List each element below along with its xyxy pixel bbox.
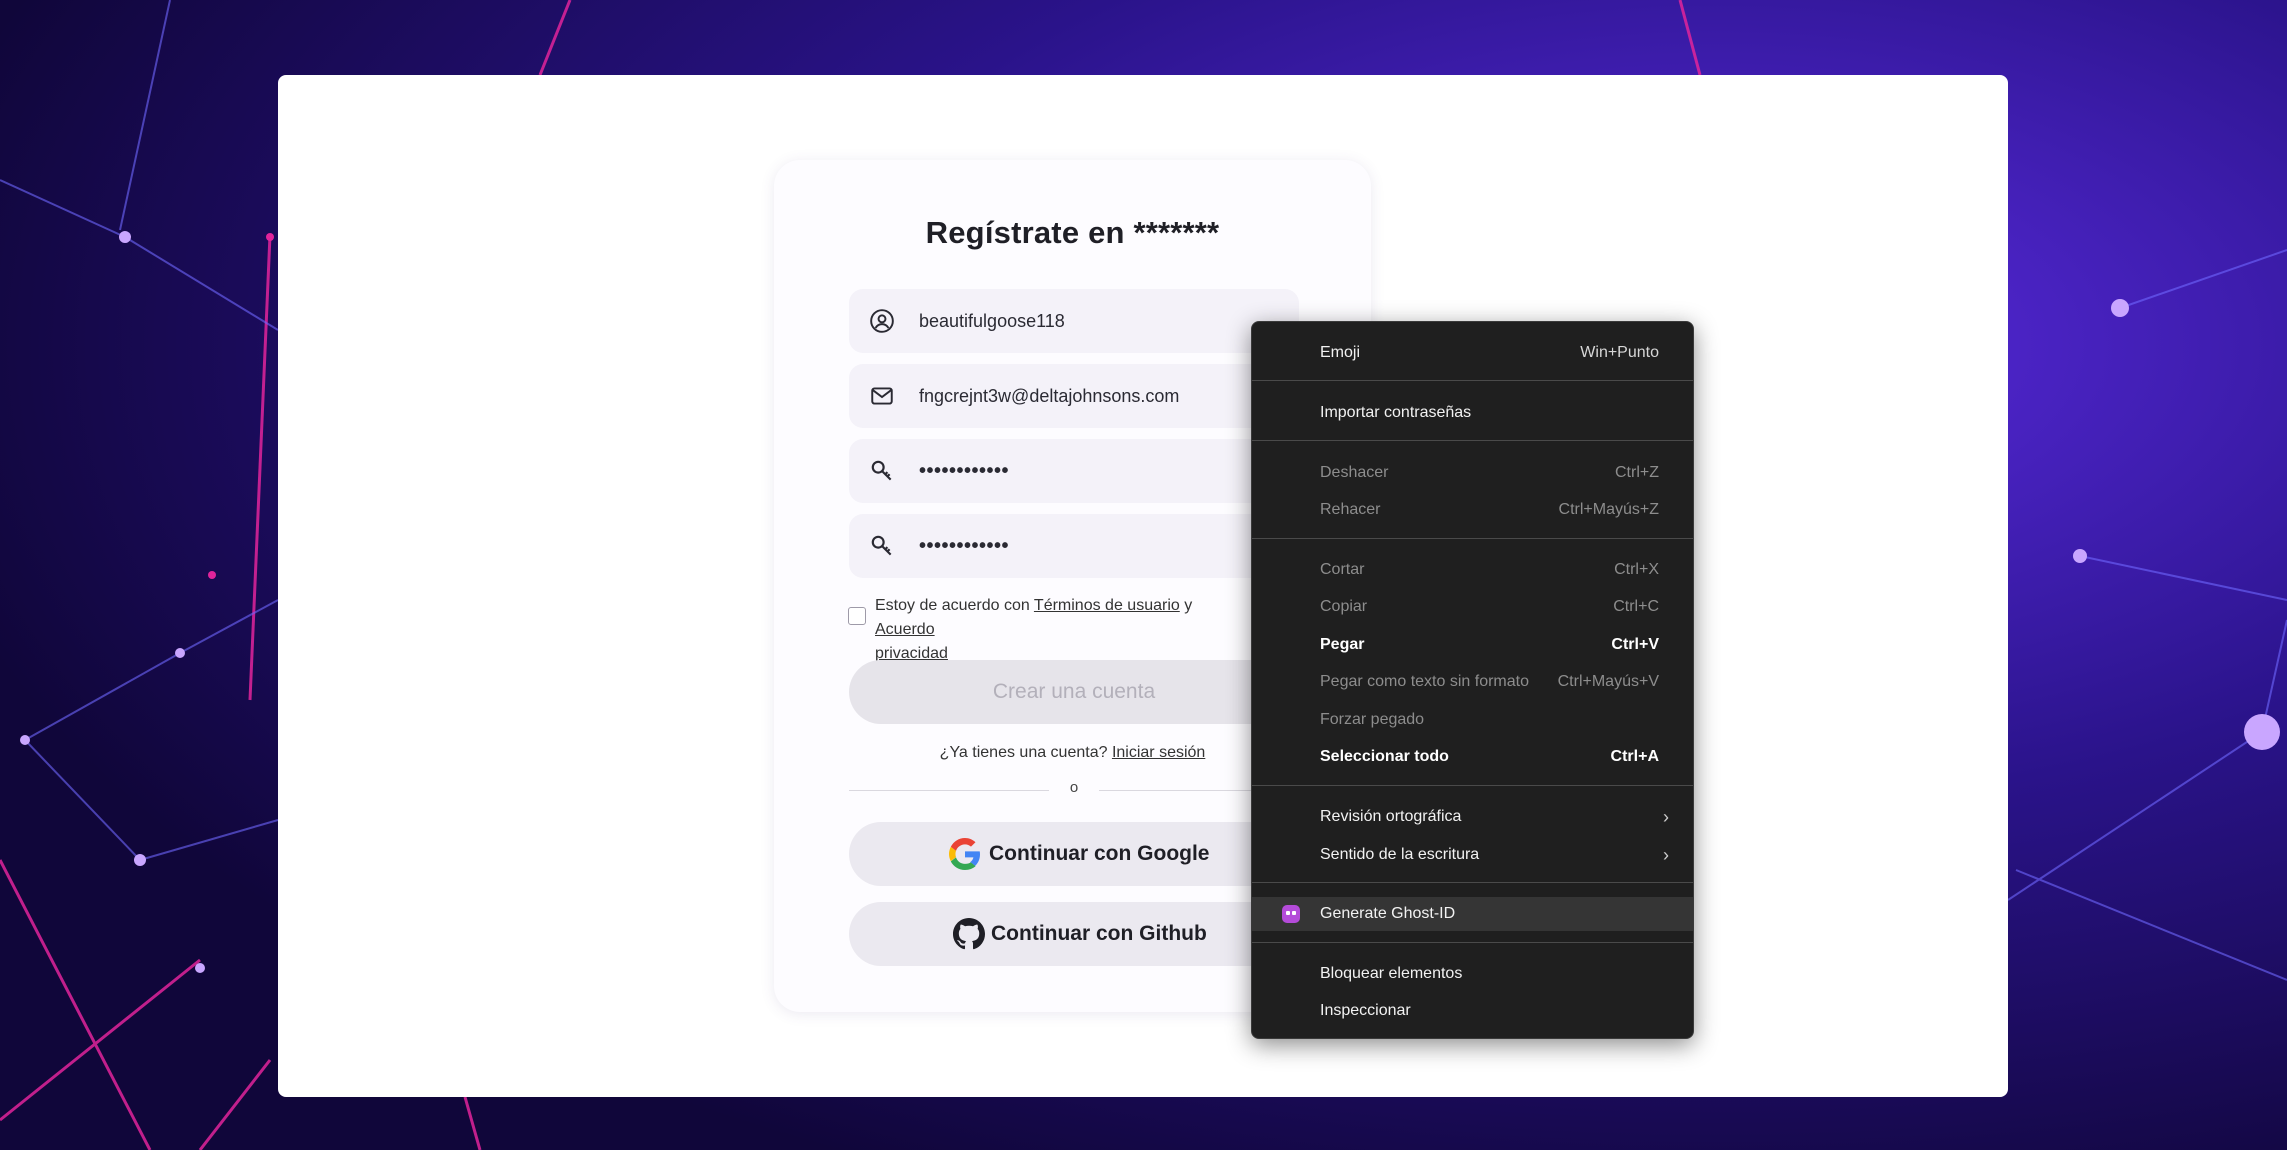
menu-separator bbox=[1252, 785, 1693, 786]
menu-item-emoji[interactable]: Emoji Win+Punto bbox=[1252, 336, 1693, 370]
menu-item-select-all[interactable]: Seleccionar todo Ctrl+A bbox=[1252, 740, 1693, 774]
divider-left bbox=[849, 790, 1049, 791]
terms-and: y bbox=[1179, 597, 1193, 614]
ghost-icon bbox=[1282, 905, 1300, 923]
menu-item-label: Pegar como texto sin formato bbox=[1320, 673, 1529, 690]
email-field[interactable]: fngcrejnt3w@deltajohnsons.com bbox=[849, 364, 1299, 428]
terms-link[interactable]: Términos de usuario bbox=[1034, 597, 1180, 614]
privacy-link-part1[interactable]: Acuerdo bbox=[875, 621, 935, 638]
github-button[interactable]: Continuar con Github bbox=[849, 902, 1299, 966]
password-value: •••••••••••• bbox=[919, 460, 1010, 482]
menu-item-generate-ghost-id[interactable]: Generate Ghost-ID bbox=[1252, 897, 1693, 931]
menu-item-label: Rehacer bbox=[1320, 501, 1381, 518]
confirm-password-field[interactable]: •••••••••••• bbox=[849, 514, 1299, 578]
terms-checkbox[interactable] bbox=[848, 607, 866, 625]
google-button-label: Continuar con Google bbox=[989, 842, 1210, 865]
menu-item-label: Deshacer bbox=[1320, 464, 1389, 481]
mail-icon bbox=[871, 387, 893, 405]
menu-item-force-paste[interactable]: Forzar pegado bbox=[1252, 703, 1693, 737]
menu-item-label: Bloquear elementos bbox=[1320, 965, 1463, 982]
menu-item-label: Seleccionar todo bbox=[1320, 748, 1449, 765]
menu-item-label: Inspeccionar bbox=[1320, 1002, 1411, 1019]
menu-item-label: Emoji bbox=[1320, 344, 1361, 361]
user-circle-icon bbox=[870, 309, 894, 333]
menu-item-label: Sentido de la escritura bbox=[1320, 846, 1480, 863]
email-value: fngcrejnt3w@deltajohnsons.com bbox=[919, 386, 1180, 406]
terms-prefix: Estoy de acuerdo con bbox=[875, 597, 1034, 614]
have-account-text: ¿Ya tienes una cuenta? bbox=[939, 744, 1112, 761]
menu-separator bbox=[1252, 380, 1693, 381]
menu-separator bbox=[1252, 538, 1693, 539]
chevron-right-icon: › bbox=[1663, 845, 1669, 865]
github-icon bbox=[953, 918, 985, 950]
menu-item-import-passwords[interactable]: Importar contraseñas bbox=[1252, 396, 1693, 430]
menu-item-label: Forzar pegado bbox=[1320, 711, 1425, 728]
menu-item-label: Revisión ortográfica bbox=[1320, 808, 1462, 825]
password-field[interactable]: •••••••••••• bbox=[849, 439, 1299, 503]
menu-item-shortcut: Ctrl+A bbox=[1610, 748, 1659, 765]
menu-item-label: Copiar bbox=[1320, 598, 1368, 615]
key-icon bbox=[871, 460, 892, 481]
confirm-password-value: •••••••••••• bbox=[919, 535, 1010, 557]
context-menu: Emoji Win+Punto Importar contraseñas Des… bbox=[1251, 321, 1694, 1039]
menu-item-shortcut: Win+Punto bbox=[1580, 344, 1659, 361]
menu-item-shortcut: Ctrl+V bbox=[1611, 636, 1659, 653]
menu-item-block-elements[interactable]: Bloquear elementos bbox=[1252, 957, 1693, 991]
menu-item-shortcut: Ctrl+Z bbox=[1615, 464, 1659, 481]
menu-item-writing-direction[interactable]: Sentido de la escritura › bbox=[1252, 838, 1693, 872]
menu-item-paste-plain[interactable]: Pegar como texto sin formato Ctrl+Mayús+… bbox=[1252, 665, 1693, 699]
login-link[interactable]: Iniciar sesión bbox=[1112, 744, 1205, 761]
terms-label: Estoy de acuerdo con Términos de usuario… bbox=[875, 594, 1255, 666]
menu-item-spellcheck[interactable]: Revisión ortográfica › bbox=[1252, 800, 1693, 834]
username-value: beautifulgoose118 bbox=[919, 311, 1065, 331]
menu-item-shortcut: Ctrl+Mayús+Z bbox=[1558, 501, 1659, 518]
menu-separator bbox=[1252, 882, 1693, 883]
username-field[interactable]: beautifulgoose118 bbox=[849, 289, 1299, 353]
page-title: Regístrate en ******* bbox=[925, 215, 1220, 250]
menu-item-label: Cortar bbox=[1320, 561, 1365, 578]
menu-item-undo[interactable]: Deshacer Ctrl+Z bbox=[1252, 456, 1693, 490]
key-icon bbox=[871, 535, 892, 556]
github-button-label: Continuar con Github bbox=[991, 922, 1207, 945]
menu-item-label: Importar contraseñas bbox=[1320, 404, 1472, 421]
divider-text: o bbox=[1069, 779, 1079, 796]
menu-item-inspect[interactable]: Inspeccionar bbox=[1252, 994, 1693, 1028]
menu-item-shortcut: Ctrl+Mayús+V bbox=[1557, 673, 1659, 690]
menu-item-cut[interactable]: Cortar Ctrl+X bbox=[1252, 553, 1693, 587]
menu-item-shortcut: Ctrl+C bbox=[1613, 598, 1659, 615]
google-icon bbox=[949, 838, 980, 870]
menu-item-shortcut: Ctrl+X bbox=[1614, 561, 1659, 578]
menu-item-paste[interactable]: Pegar Ctrl+V bbox=[1252, 628, 1693, 662]
menu-separator bbox=[1252, 942, 1693, 943]
chevron-right-icon: › bbox=[1663, 807, 1669, 827]
menu-separator bbox=[1252, 440, 1693, 441]
menu-item-redo[interactable]: Rehacer Ctrl+Mayús+Z bbox=[1252, 493, 1693, 527]
menu-item-label: Generate Ghost-ID bbox=[1320, 905, 1456, 922]
menu-item-label: Pegar bbox=[1320, 636, 1365, 653]
menu-item-copy[interactable]: Copiar Ctrl+C bbox=[1252, 590, 1693, 624]
google-button[interactable]: Continuar con Google bbox=[849, 822, 1299, 886]
create-account-button[interactable]: Crear una cuenta bbox=[849, 660, 1299, 724]
